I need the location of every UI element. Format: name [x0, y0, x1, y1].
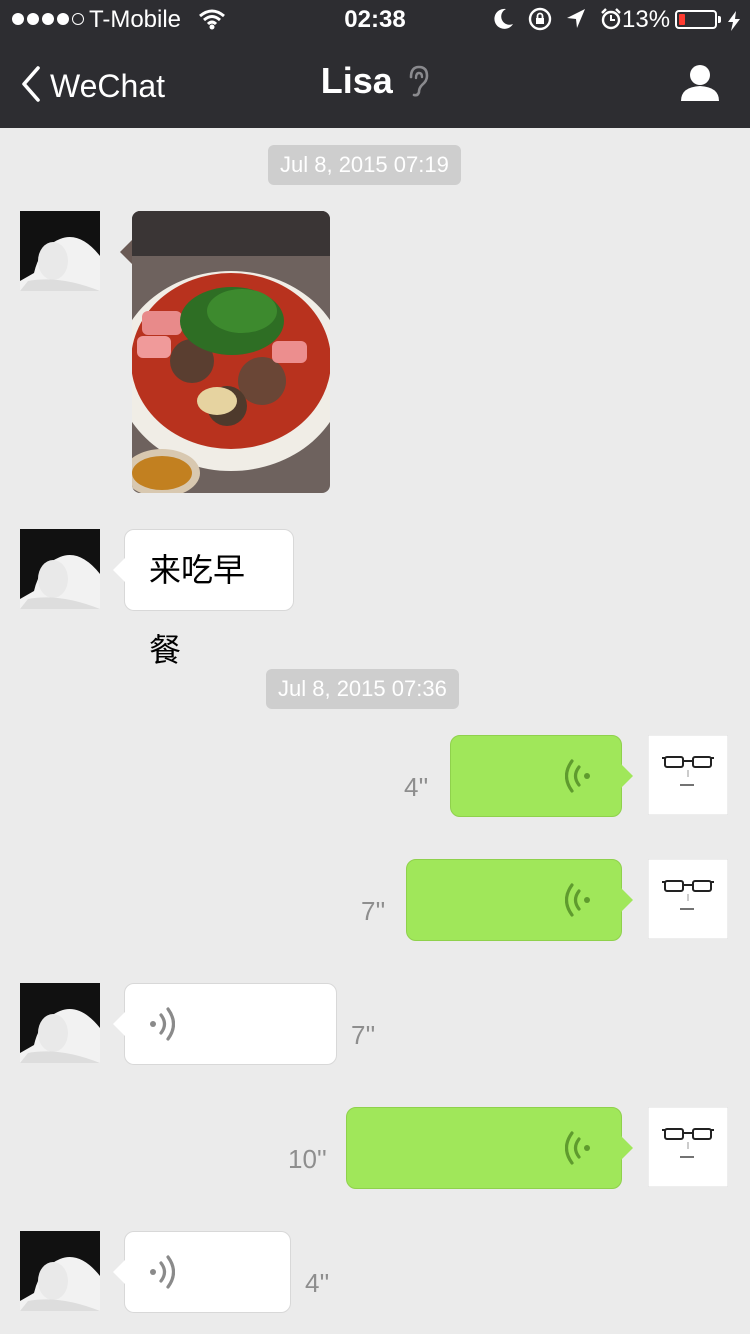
voice-message-bubble[interactable]: [346, 1107, 633, 1189]
voice-wave-icon: [147, 1254, 176, 1295]
bubble-tail: [621, 764, 633, 788]
avatar-lisa[interactable]: [20, 983, 100, 1063]
bubble-tail: [120, 240, 132, 264]
timestamp-label: Jul 8, 2015 07:36: [266, 669, 459, 709]
navigation-bar: WeChat Lisa: [0, 40, 750, 128]
avatar-lisa[interactable]: [20, 529, 100, 609]
status-bar: T-Mobile 02:38 13%: [0, 0, 750, 40]
image-message[interactable]: [132, 211, 330, 493]
voice-wave-icon: [147, 1006, 176, 1047]
avatar-lisa[interactable]: [20, 1231, 100, 1311]
bubble-tail: [113, 1260, 125, 1284]
avatar-me[interactable]: [648, 735, 728, 815]
message-text: 来吃早餐: [149, 552, 246, 668]
avatar-lisa[interactable]: [20, 211, 100, 291]
bubble-tail: [113, 1012, 125, 1036]
voice-duration: 7'': [351, 1020, 376, 1050]
bubble-tail: [113, 558, 125, 582]
voice-wave-icon: [564, 758, 593, 799]
text-message-bubble[interactable]: 来吃早餐: [113, 529, 294, 668]
battery-percent: 13%: [622, 6, 671, 33]
alarm-icon: [600, 8, 622, 37]
voice-wave-icon: [564, 882, 593, 923]
voice-message-bubble[interactable]: [450, 735, 633, 817]
voice-wave-icon: [564, 1130, 593, 1171]
avatar-me[interactable]: [648, 1107, 728, 1187]
battery-icon: [675, 10, 721, 29]
voice-duration: 4'': [305, 1268, 330, 1298]
timestamp-label: Jul 8, 2015 07:19: [268, 145, 461, 185]
voice-message-bubble[interactable]: [113, 983, 337, 1065]
bubble-tail: [621, 1136, 633, 1160]
voice-duration: 10'': [288, 1144, 327, 1174]
top-bar: T-Mobile 02:38 13% WeChat Lisa: [0, 0, 750, 128]
voice-duration: 4'': [404, 772, 429, 802]
voice-duration: 7'': [361, 896, 386, 926]
moon-icon: [494, 8, 514, 37]
profile-icon[interactable]: [680, 64, 720, 107]
bubble-tail: [621, 888, 633, 912]
voice-message-bubble[interactable]: [406, 859, 633, 941]
rotation-lock-icon: [528, 7, 552, 38]
chat-title: Lisa: [320, 60, 393, 101]
location-icon: [566, 8, 586, 37]
avatar-me[interactable]: [648, 859, 728, 939]
ear-icon: [407, 65, 429, 102]
voice-message-bubble[interactable]: [113, 1231, 291, 1313]
charging-icon: [727, 10, 741, 38]
